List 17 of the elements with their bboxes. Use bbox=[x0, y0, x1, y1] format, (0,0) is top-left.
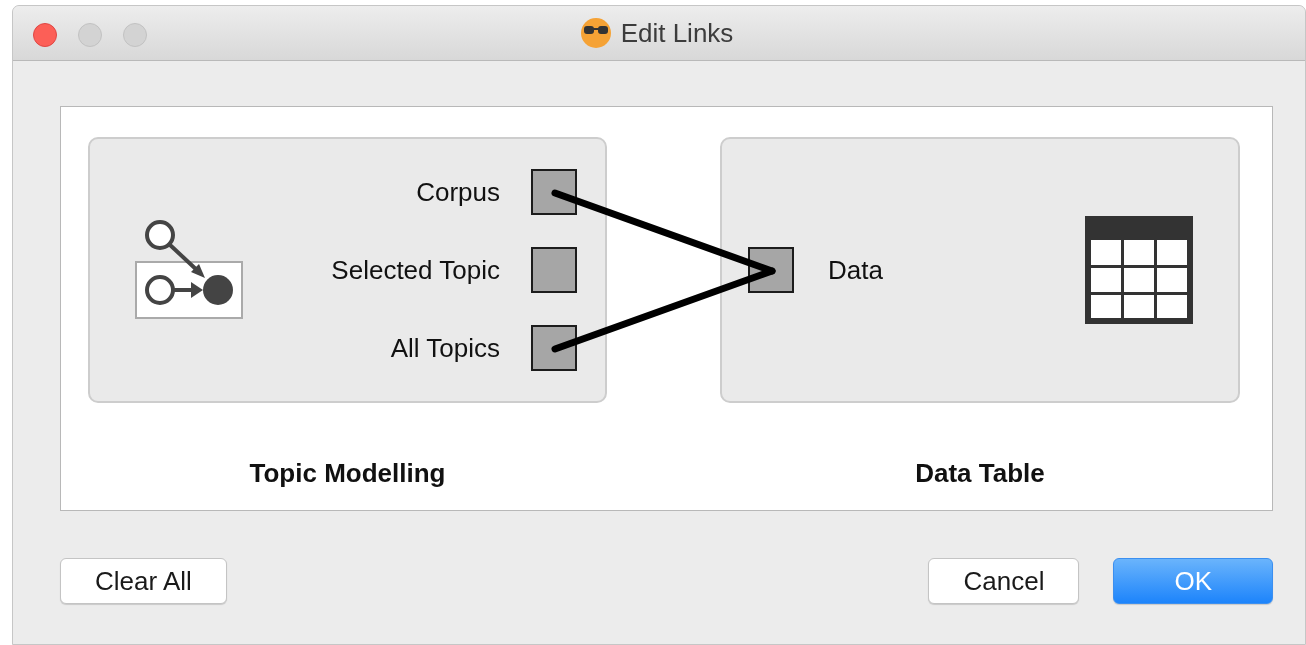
port-label: Data bbox=[828, 254, 884, 286]
topic-graph-icon bbox=[135, 220, 245, 320]
link-line[interactable] bbox=[551, 267, 776, 353]
output-port[interactable] bbox=[531, 247, 577, 293]
dialog-button[interactable]: Clear All bbox=[60, 558, 227, 604]
port-label: Selected Topic bbox=[331, 254, 500, 286]
table-icon bbox=[1085, 216, 1193, 324]
window-title: Edit Links bbox=[620, 17, 734, 49]
port-label: All Topics bbox=[389, 332, 500, 364]
close-button[interactable] bbox=[33, 23, 57, 47]
dialog-button[interactable]: Cancel bbox=[928, 558, 1080, 604]
output-port[interactable] bbox=[531, 169, 577, 215]
widget-name: Data Table bbox=[915, 458, 1045, 488]
widget-name: Topic Modelling bbox=[249, 458, 446, 488]
app-icon bbox=[578, 17, 613, 49]
port-label: Corpus bbox=[415, 176, 500, 208]
output-port[interactable] bbox=[531, 325, 577, 371]
